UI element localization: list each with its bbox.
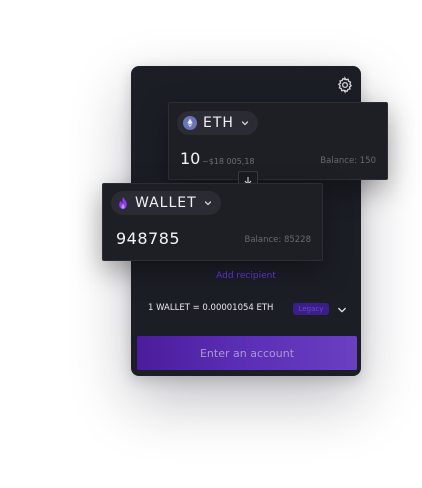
receive-panel: WALLET 948785 Balance: 85228 xyxy=(102,183,323,261)
send-panel: ETH 10 ~$18 005,18 Balance: 150 xyxy=(168,102,388,180)
legacy-badge[interactable]: Legacy xyxy=(293,303,329,315)
gear-icon[interactable] xyxy=(336,76,354,94)
send-fiat-value: ~$18 005,18 xyxy=(202,157,255,166)
receive-balance: Balance: 85228 xyxy=(244,235,311,245)
receive-token-label: WALLET xyxy=(135,195,197,211)
send-amount-input[interactable]: 10 xyxy=(180,149,200,168)
receive-token-selector[interactable]: WALLET xyxy=(111,191,221,215)
exchange-rate: 1 WALLET = 0.00001054 ETH xyxy=(148,303,274,313)
chevron-down-icon xyxy=(204,201,211,206)
eth-icon xyxy=(183,116,197,130)
flame-icon xyxy=(119,196,127,210)
add-recipient-link[interactable]: Add recipient xyxy=(131,271,361,281)
chevron-down-icon[interactable] xyxy=(337,305,347,315)
receive-amount: 948785 xyxy=(116,229,181,248)
chevron-down-icon xyxy=(241,121,249,126)
enter-account-button[interactable]: Enter an account xyxy=(137,336,357,370)
send-token-selector[interactable]: ETH xyxy=(177,111,258,135)
send-token-label: ETH xyxy=(203,115,234,131)
send-balance: Balance: 150 xyxy=(320,156,376,166)
